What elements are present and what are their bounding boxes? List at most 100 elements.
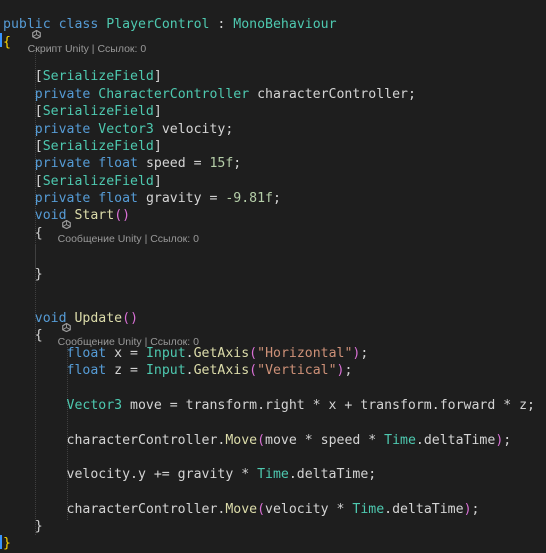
code-token: } xyxy=(34,267,43,282)
code-line[interactable]: } xyxy=(3,535,11,553)
code-token: velocity.y += gravity * xyxy=(66,467,258,482)
code-line[interactable]: { xyxy=(3,225,43,243)
code-token: "Horizontal" xyxy=(257,346,353,361)
code-line[interactable]: characterController.Move(move * speed * … xyxy=(3,432,512,450)
code-token: float xyxy=(98,156,138,171)
code-line[interactable]: [SerializeField] xyxy=(3,173,162,191)
code-token: ; xyxy=(471,502,480,517)
code-token: GetAxis xyxy=(193,346,250,361)
code-line[interactable]: float x = Input.GetAxis("Horizontal"); xyxy=(3,345,369,363)
code-line[interactable]: } xyxy=(3,266,43,284)
code-token: float xyxy=(66,346,107,361)
code-token: [ xyxy=(34,69,43,84)
code-token: . xyxy=(185,363,194,378)
code-line[interactable]: void Start() xyxy=(3,207,130,225)
code-token: Move xyxy=(225,502,258,517)
code-token: Time xyxy=(384,433,416,448)
code-token: ( xyxy=(249,363,258,378)
code-line[interactable]: { xyxy=(3,34,11,52)
code-token: Time xyxy=(257,467,289,482)
code-line[interactable]: private Vector3 velocity; xyxy=(3,121,234,139)
code-token: characterController. xyxy=(66,433,226,448)
code-token: { xyxy=(34,226,43,241)
code-token: class xyxy=(58,17,99,32)
code-line[interactable]: float z = Input.GetAxis("Vertical"); xyxy=(3,362,353,380)
code-line[interactable]: void Update() xyxy=(3,310,138,328)
code-token: ) xyxy=(463,502,472,517)
code-token: move * speed * xyxy=(265,433,385,448)
code-line[interactable]: [SerializeField] xyxy=(3,138,162,156)
code-token: "Vertical" xyxy=(257,363,337,378)
code-token: Vector3 xyxy=(98,122,154,137)
code-token: { xyxy=(3,35,11,50)
code-line[interactable]: characterController.Move(velocity * Time… xyxy=(3,501,480,519)
code-token: velocity * xyxy=(265,502,353,517)
code-token: float xyxy=(66,363,107,378)
code-token: public xyxy=(3,17,51,32)
code-token: GetAxis xyxy=(193,363,250,378)
codelens-class[interactable]: Скрипт Unity | Ссылок: 0 xyxy=(3,1,146,55)
code-token: [ xyxy=(34,139,43,154)
code-token: Move xyxy=(225,433,258,448)
code-token: Vector3 xyxy=(66,398,123,413)
code-line[interactable]: Vector3 move = transform.right * x + tra… xyxy=(3,397,535,415)
code-token: velocity; xyxy=(153,122,234,137)
code-token: CharacterController xyxy=(98,87,250,102)
codelens-start-text: Сообщение Unity | Ссылок: 0 xyxy=(57,233,199,245)
code-token: ] xyxy=(153,139,162,154)
code-line[interactable]: [SerializeField] xyxy=(3,68,162,86)
code-line[interactable]: } xyxy=(3,518,43,536)
code-token: void xyxy=(34,208,67,223)
code-token: ] xyxy=(153,174,162,189)
code-token: } xyxy=(34,519,43,534)
code-token: [ xyxy=(34,104,43,119)
code-token: MonoBehaviour xyxy=(233,17,337,32)
code-token: ( xyxy=(257,433,266,448)
code-line[interactable]: private CharacterController characterCon… xyxy=(3,86,416,104)
code-token: ; xyxy=(233,156,242,171)
code-token: characterController; xyxy=(249,87,416,102)
code-token: private xyxy=(34,122,91,137)
code-line[interactable]: { xyxy=(3,327,43,345)
code-token: gravity = xyxy=(138,191,226,206)
code-token: SerializeField xyxy=(42,139,154,154)
code-token: characterController. xyxy=(66,502,226,517)
code-token: () xyxy=(122,311,139,326)
code-token: Start xyxy=(74,208,115,223)
code-token: float xyxy=(98,191,138,206)
code-line[interactable]: public class PlayerControl : MonoBehavio… xyxy=(3,16,337,34)
code-line[interactable]: velocity.y += gravity * Time.deltaTime; xyxy=(3,466,377,484)
code-token: { xyxy=(34,328,43,343)
code-line[interactable]: private float speed = 15f; xyxy=(3,155,241,173)
code-token: .deltaTime xyxy=(415,433,496,448)
code-token: private xyxy=(34,156,91,171)
code-token: 15f xyxy=(209,156,234,171)
code-token: SerializeField xyxy=(42,104,154,119)
code-line[interactable]: private float gravity = -9.81f; xyxy=(3,190,281,208)
code-editor[interactable]: Скрипт Unity | Ссылок: 0 Сообщение Unity… xyxy=(0,0,546,552)
code-token: -9.81f xyxy=(225,191,273,206)
code-token: ( xyxy=(249,346,258,361)
code-line[interactable]: [SerializeField] xyxy=(3,103,162,121)
code-token: ; xyxy=(344,363,353,378)
code-token: .deltaTime; xyxy=(288,467,377,482)
code-token: private xyxy=(34,87,91,102)
codelens-update[interactable]: Сообщение Unity | Ссылок: 0 xyxy=(33,294,199,348)
code-token: speed = xyxy=(138,156,210,171)
code-token: ] xyxy=(153,69,162,84)
code-token: PlayerControl xyxy=(106,17,210,32)
